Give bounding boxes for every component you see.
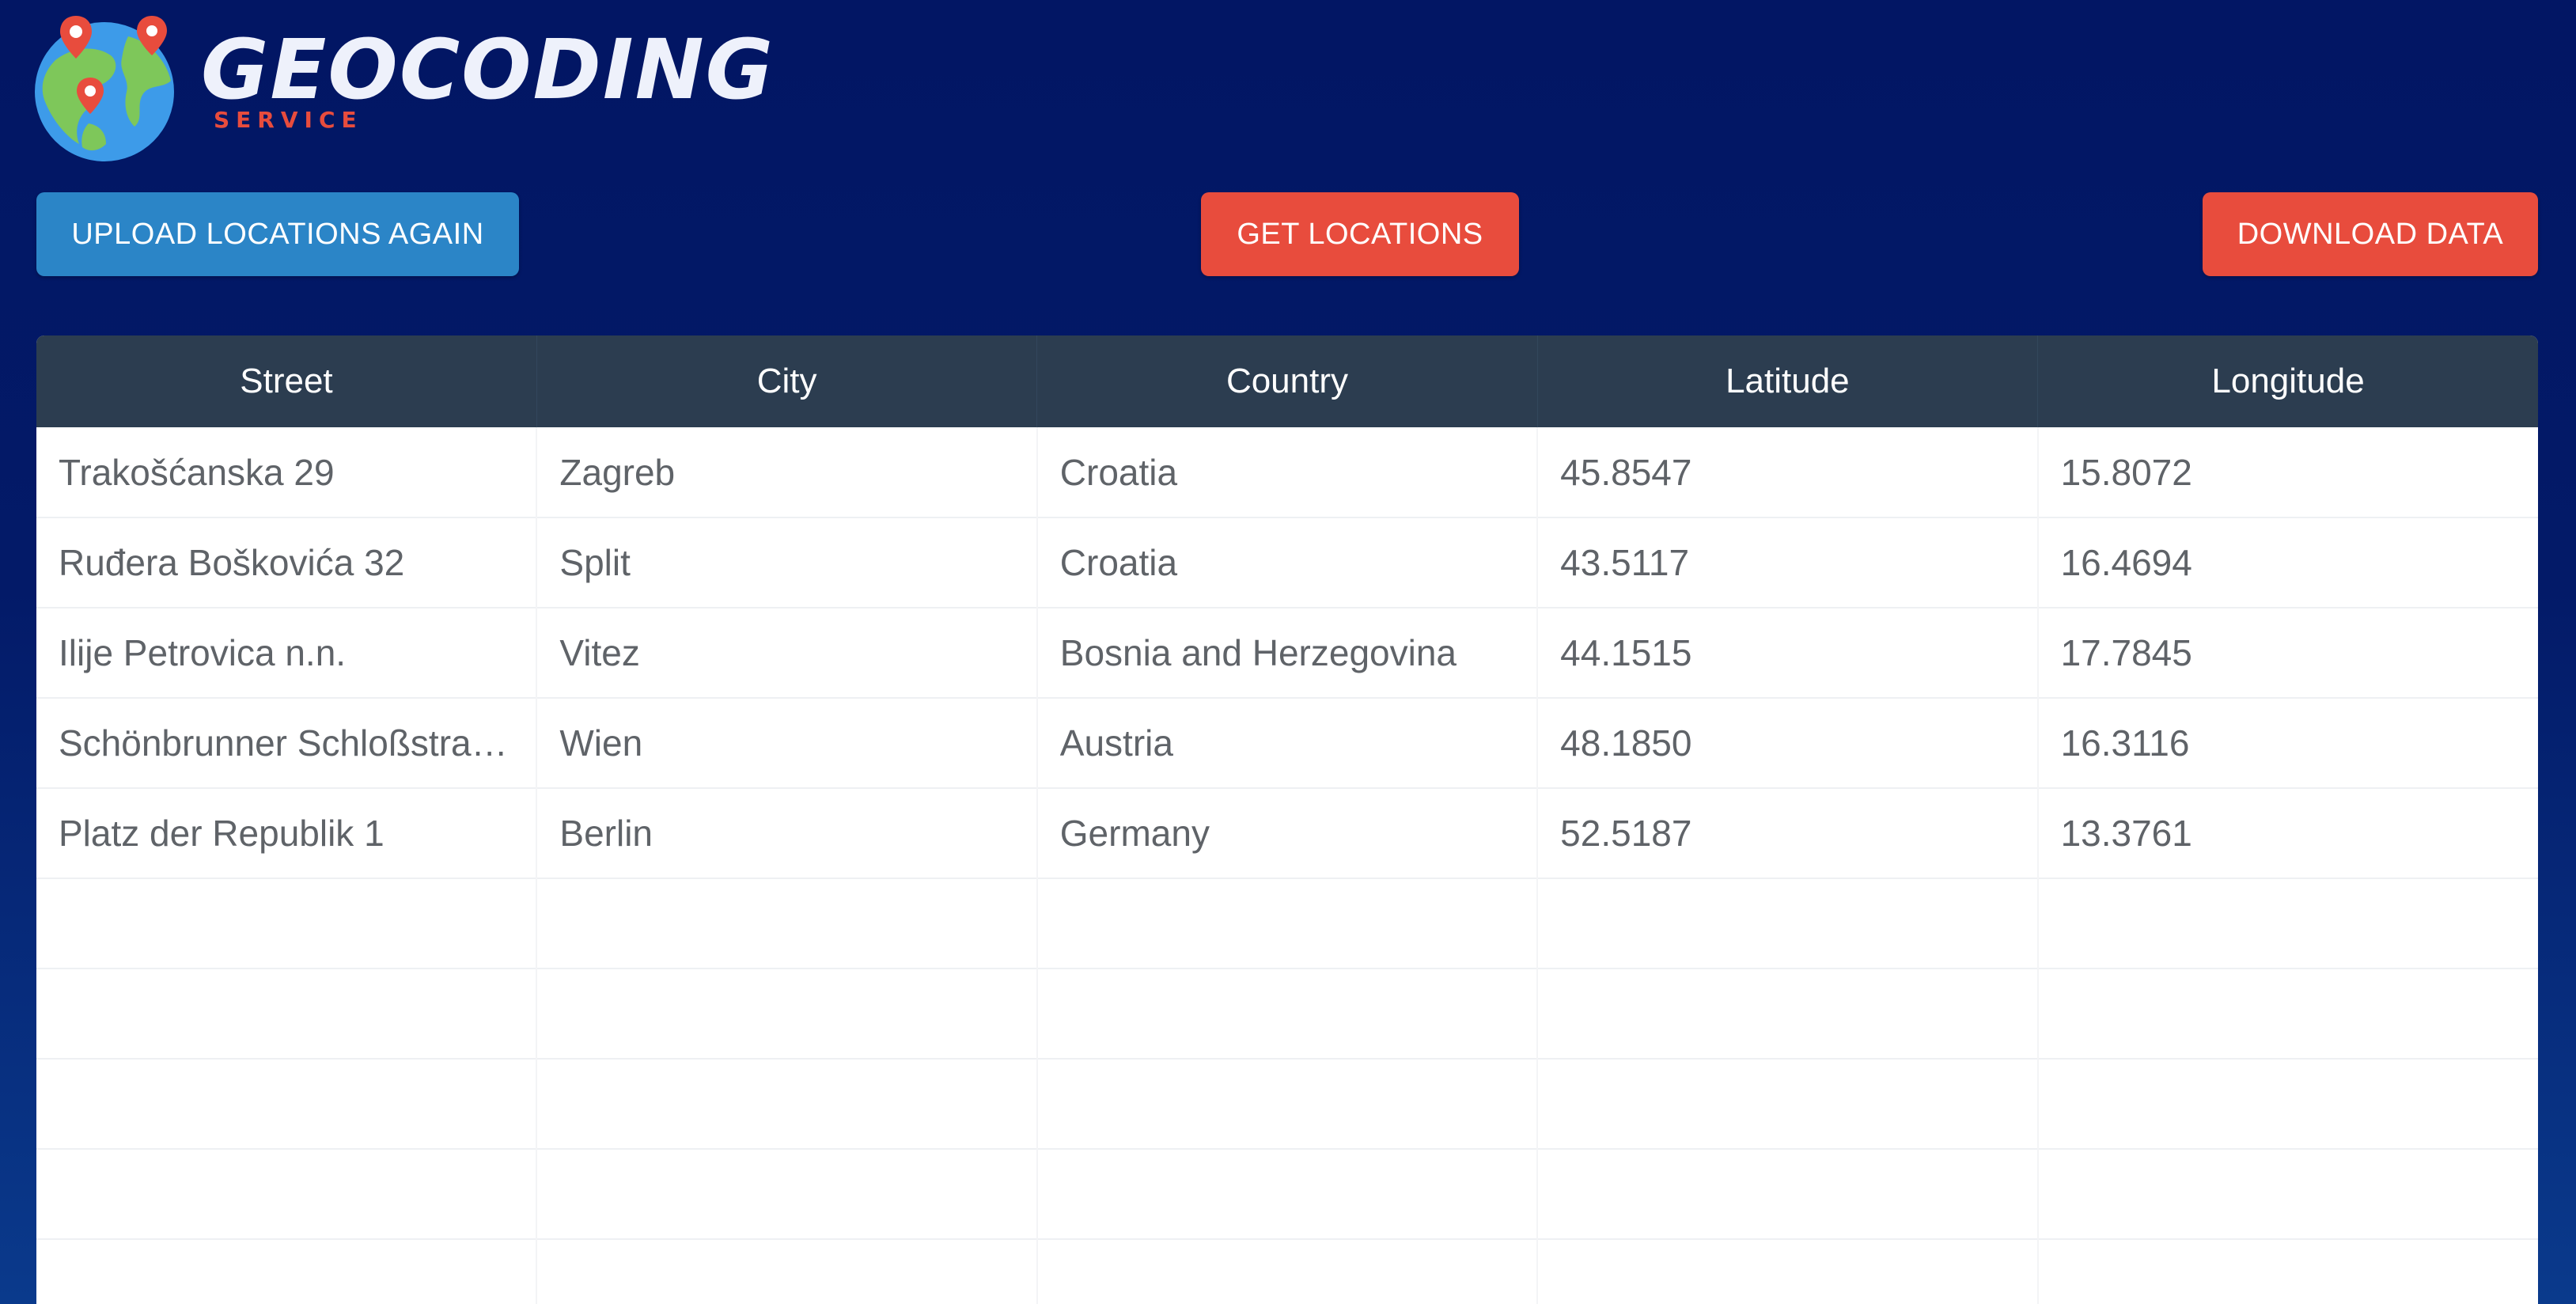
- logo-subtitle: SERVICE: [214, 107, 363, 133]
- city-cell: Berlin: [536, 788, 1038, 878]
- logo-title: GEOCODING: [201, 21, 775, 118]
- city-cell: [536, 1239, 1038, 1304]
- column-header-latitude[interactable]: Latitude: [1537, 335, 2039, 427]
- street-cell: [36, 1059, 538, 1149]
- country-cell: [1036, 878, 1539, 969]
- city-cell: [536, 878, 1038, 969]
- table-header: Street City Country Latitude Longitude: [36, 335, 2538, 427]
- street-cell: [36, 969, 538, 1059]
- table-row[interactable]: Ruđera Boškovića 32 Split Croatia 43.511…: [36, 517, 2538, 608]
- latitude-cell: [1537, 1149, 2039, 1239]
- city-cell: Wien: [536, 698, 1038, 788]
- street-cell: Trakošćanska 29: [36, 427, 538, 517]
- get-locations-button[interactable]: GET LOCATIONS: [1201, 192, 1519, 276]
- longitude-cell: [2038, 1239, 2538, 1304]
- city-cell: [536, 1059, 1038, 1149]
- latitude-cell: [1537, 1239, 2039, 1304]
- table-row[interactable]: [36, 1059, 2538, 1149]
- country-cell: [1036, 1149, 1539, 1239]
- upload-locations-again-button[interactable]: UPLOAD LOCATIONS AGAIN: [36, 192, 519, 276]
- latitude-cell: 44.1515: [1537, 608, 2039, 698]
- latitude-cell: 45.8547: [1537, 427, 2039, 517]
- geocoding-logo: GEOCODING SERVICE: [33, 0, 773, 163]
- longitude-cell: 15.8072: [2060, 451, 2192, 493]
- country-cell: Austria: [1036, 698, 1539, 788]
- country-cell: [1036, 1239, 1539, 1304]
- street-cell: Ruđera Boškovića 32: [36, 517, 538, 608]
- street-cell: [36, 878, 538, 969]
- latitude-cell: [1537, 878, 2039, 969]
- longitude-cell: 16.4694: [2060, 542, 2192, 583]
- table-row[interactable]: [36, 969, 2538, 1059]
- city-cell: [536, 969, 1038, 1059]
- column-header-city[interactable]: City: [536, 335, 1038, 427]
- street-cell: [36, 1239, 538, 1304]
- download-data-button[interactable]: DOWNLOAD DATA: [2203, 192, 2538, 276]
- country-cell: Germany: [1036, 788, 1539, 878]
- street-cell: [36, 1149, 538, 1239]
- latitude-cell: 43.5117: [1537, 517, 2039, 608]
- table-row[interactable]: Platz der Republik 1 Berlin Germany 52.5…: [36, 788, 2538, 878]
- table-row[interactable]: [36, 1239, 2538, 1304]
- column-header-country[interactable]: Country: [1036, 335, 1538, 427]
- latitude-cell: [1537, 1059, 2039, 1149]
- longitude-cell: [2038, 1149, 2538, 1239]
- column-header-longitude[interactable]: Longitude: [2038, 335, 2538, 427]
- street-cell: Ilije Petrovica n.n.: [36, 608, 538, 698]
- street-cell: Schönbrunner Schloßstraße…: [36, 698, 538, 788]
- table-row[interactable]: [36, 878, 2538, 969]
- longitude-cell: 17.7845: [2060, 632, 2192, 673]
- locations-table: Street City Country Latitude Longitude T…: [36, 335, 2538, 1304]
- table-row[interactable]: Trakošćanska 29 Zagreb Croatia 45.8547 1…: [36, 427, 2538, 517]
- longitude-cell: [2038, 878, 2538, 969]
- city-cell: Zagreb: [536, 427, 1038, 517]
- country-cell: Croatia: [1036, 427, 1539, 517]
- column-header-street[interactable]: Street: [36, 335, 537, 427]
- country-cell: [1036, 1059, 1539, 1149]
- city-cell: [536, 1149, 1038, 1239]
- table-row[interactable]: Schönbrunner Schloßstraße… Wien Austria …: [36, 698, 2538, 788]
- longitude-cell: 13.3761: [2060, 813, 2192, 854]
- longitude-cell: [2038, 1059, 2538, 1149]
- latitude-cell: 48.1850: [1537, 698, 2039, 788]
- table-header-row: Street City Country Latitude Longitude: [36, 335, 2538, 427]
- longitude-cell: 16.3116: [2060, 722, 2190, 764]
- latitude-cell: 52.5187: [1537, 788, 2039, 878]
- street-cell: Platz der Republik 1: [36, 788, 538, 878]
- city-cell: Vitez: [536, 608, 1038, 698]
- country-cell: [1036, 969, 1539, 1059]
- city-cell: Split: [536, 517, 1038, 608]
- table-row[interactable]: [36, 1149, 2538, 1239]
- longitude-cell: [2038, 969, 2538, 1059]
- country-cell: Croatia: [1036, 517, 1539, 608]
- latitude-cell: [1537, 969, 2039, 1059]
- globe-pin-icon: [35, 16, 174, 161]
- table-row[interactable]: Ilije Petrovica n.n. Vitez Bosnia and He…: [36, 608, 2538, 698]
- country-cell: Bosnia and Herzegovina: [1036, 608, 1539, 698]
